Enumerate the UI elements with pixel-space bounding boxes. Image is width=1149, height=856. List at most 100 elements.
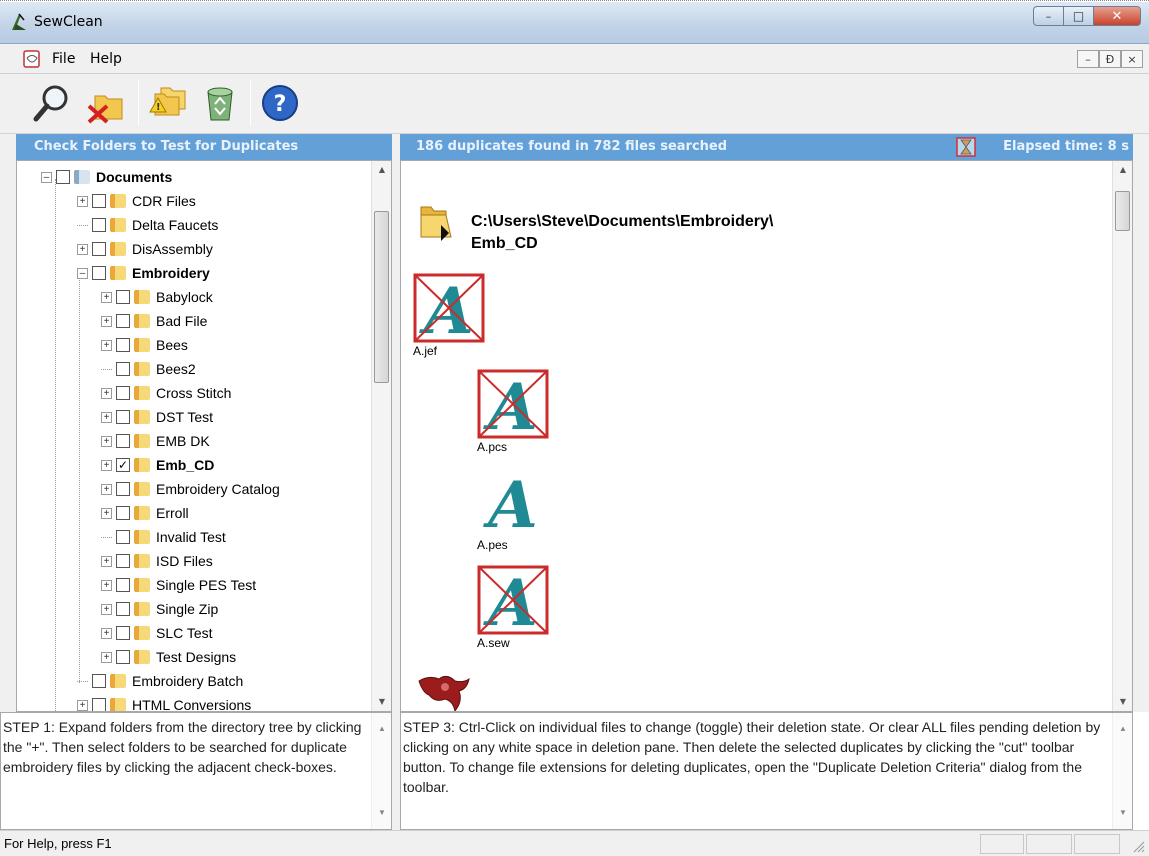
folder-checkbox[interactable] — [116, 578, 130, 592]
tree-node[interactable]: Bees2 — [101, 357, 196, 381]
tree-node[interactable]: + Bad File — [101, 309, 207, 333]
expand-icon[interactable]: + — [101, 651, 112, 663]
embroidery-design-thumbnail[interactable] — [415, 669, 475, 712]
file-item-pcs[interactable]: A A.pcs — [477, 369, 557, 454]
tree-node[interactable]: + Single Zip — [101, 597, 218, 621]
tree-node[interactable]: + Bees — [101, 333, 188, 357]
cut-button[interactable] — [82, 80, 130, 126]
mdi-restore-button[interactable]: Ɖ — [1099, 50, 1121, 68]
scroll-down-arrow[interactable]: ▼ — [372, 803, 392, 823]
tree-node[interactable]: + Erroll — [101, 501, 189, 525]
tree-node[interactable]: + DisAssembly — [77, 237, 213, 261]
scroll-up-arrow[interactable]: ▲ — [1113, 161, 1132, 179]
expand-icon[interactable]: + — [101, 579, 112, 591]
folder-checkbox[interactable] — [116, 602, 130, 616]
expand-icon[interactable]: + — [77, 195, 88, 207]
folder-checkbox[interactable] — [116, 290, 130, 304]
expand-icon[interactable]: + — [77, 243, 88, 255]
folder-checkbox[interactable] — [116, 554, 130, 568]
expand-icon[interactable]: + — [101, 555, 112, 567]
step3-scrollbar[interactable]: ▲ ▼ — [1112, 713, 1132, 829]
tree-node[interactable]: Delta Faucets — [77, 213, 218, 237]
expand-icon[interactable]: + — [77, 699, 88, 711]
expand-icon[interactable]: + — [101, 507, 112, 519]
folder-checkbox[interactable] — [116, 410, 130, 424]
menu-help[interactable]: Help — [90, 51, 122, 67]
folder-checkbox[interactable] — [92, 698, 106, 711]
folder-checkbox[interactable] — [92, 266, 106, 280]
expand-icon[interactable]: + — [101, 435, 112, 447]
mdi-close-button[interactable]: × — [1121, 50, 1143, 68]
scroll-up-arrow[interactable]: ▲ — [372, 161, 391, 179]
step1-scrollbar[interactable]: ▲ ▼ — [371, 713, 391, 829]
file-item-sew[interactable]: A A.sew — [477, 565, 557, 650]
tree-node[interactable]: + Babylock — [101, 285, 213, 309]
file-item-jef[interactable]: A A.jef — [413, 273, 493, 358]
expand-icon[interactable]: + — [101, 459, 112, 471]
mdi-minimize-button[interactable]: – — [1077, 50, 1099, 68]
tree-node[interactable]: + SLC Test — [101, 621, 213, 645]
file-item-pes[interactable]: A A.pes — [477, 467, 557, 552]
collapse-icon[interactable]: – — [41, 171, 52, 183]
expand-icon[interactable]: + — [101, 483, 112, 495]
folder-checkbox[interactable] — [92, 242, 106, 256]
tree-node[interactable]: – Embroidery — [77, 261, 210, 285]
tree-node[interactable]: + HTML Conversions — [77, 693, 251, 711]
deletion-pane[interactable]: C:\Users\Steve\Documents\Embroidery\ Emb… — [400, 160, 1133, 712]
folder-checkbox[interactable] — [116, 338, 130, 352]
help-button[interactable]: ? — [256, 80, 304, 126]
scroll-down-arrow[interactable]: ▼ — [372, 693, 391, 711]
folder-checkbox[interactable] — [116, 506, 130, 520]
collapse-icon[interactable]: – — [77, 267, 88, 279]
tree-node[interactable]: + DST Test — [101, 405, 213, 429]
criteria-button[interactable]: ! — [144, 80, 192, 126]
tree-node[interactable]: + Single PES Test — [101, 573, 256, 597]
expand-icon[interactable]: + — [101, 315, 112, 327]
tree-scrollbar[interactable]: ▲ ▼ — [371, 161, 391, 711]
expand-icon[interactable]: + — [101, 603, 112, 615]
expand-icon[interactable]: + — [101, 411, 112, 423]
maximize-button[interactable]: □ — [1063, 6, 1093, 26]
folder-checkbox[interactable] — [116, 362, 130, 376]
tree-node[interactable]: + Cross Stitch — [101, 381, 231, 405]
resize-grip-icon[interactable] — [1131, 839, 1145, 853]
expand-icon[interactable]: + — [101, 339, 112, 351]
folder-checkbox[interactable] — [92, 218, 106, 232]
folder-checkbox[interactable] — [116, 530, 130, 544]
menu-file[interactable]: File — [52, 51, 75, 67]
scroll-down-arrow[interactable]: ▼ — [1113, 803, 1133, 823]
expand-icon[interactable]: + — [101, 291, 112, 303]
folder-checkbox[interactable] — [92, 674, 106, 688]
scroll-thumb[interactable] — [374, 211, 389, 383]
expand-icon[interactable]: + — [101, 627, 112, 639]
folder-checkbox[interactable]: ✓ — [116, 458, 130, 472]
folder-checkbox[interactable] — [116, 626, 130, 640]
folder-checkbox[interactable] — [116, 650, 130, 664]
tree-node[interactable]: + ✓ Emb_CD — [101, 453, 214, 477]
folder-checkbox[interactable] — [56, 170, 70, 184]
tree-node[interactable]: Invalid Test — [101, 525, 226, 549]
scroll-down-arrow[interactable]: ▼ — [1113, 693, 1132, 711]
scroll-up-arrow[interactable]: ▲ — [372, 719, 392, 739]
folder-checkbox[interactable] — [116, 434, 130, 448]
tree-node[interactable]: + ISD Files — [101, 549, 213, 573]
folder-checkbox[interactable] — [92, 194, 106, 208]
tree-node[interactable]: + Test Designs — [101, 645, 236, 669]
close-button[interactable]: ✕ — [1093, 6, 1141, 26]
tree-node[interactable]: + Embroidery Catalog — [101, 477, 280, 501]
minimize-button[interactable]: – — [1033, 6, 1063, 26]
folder-checkbox[interactable] — [116, 386, 130, 400]
tree-node[interactable]: – Documents — [41, 165, 172, 189]
expand-icon[interactable]: + — [101, 387, 112, 399]
scroll-thumb[interactable] — [1115, 191, 1130, 231]
deletion-pane-scrollbar[interactable]: ▲ ▼ — [1112, 161, 1132, 711]
recycle-bin-button[interactable] — [196, 80, 244, 126]
tree-node[interactable]: + EMB DK — [101, 429, 210, 453]
pane-splitter[interactable] — [392, 134, 400, 830]
folder-checkbox[interactable] — [116, 314, 130, 328]
scroll-up-arrow[interactable]: ▲ — [1113, 719, 1133, 739]
tree-node[interactable]: + CDR Files — [77, 189, 196, 213]
tree-node[interactable]: Embroidery Batch — [77, 669, 243, 693]
folder-checkbox[interactable] — [116, 482, 130, 496]
search-button[interactable] — [28, 80, 76, 126]
